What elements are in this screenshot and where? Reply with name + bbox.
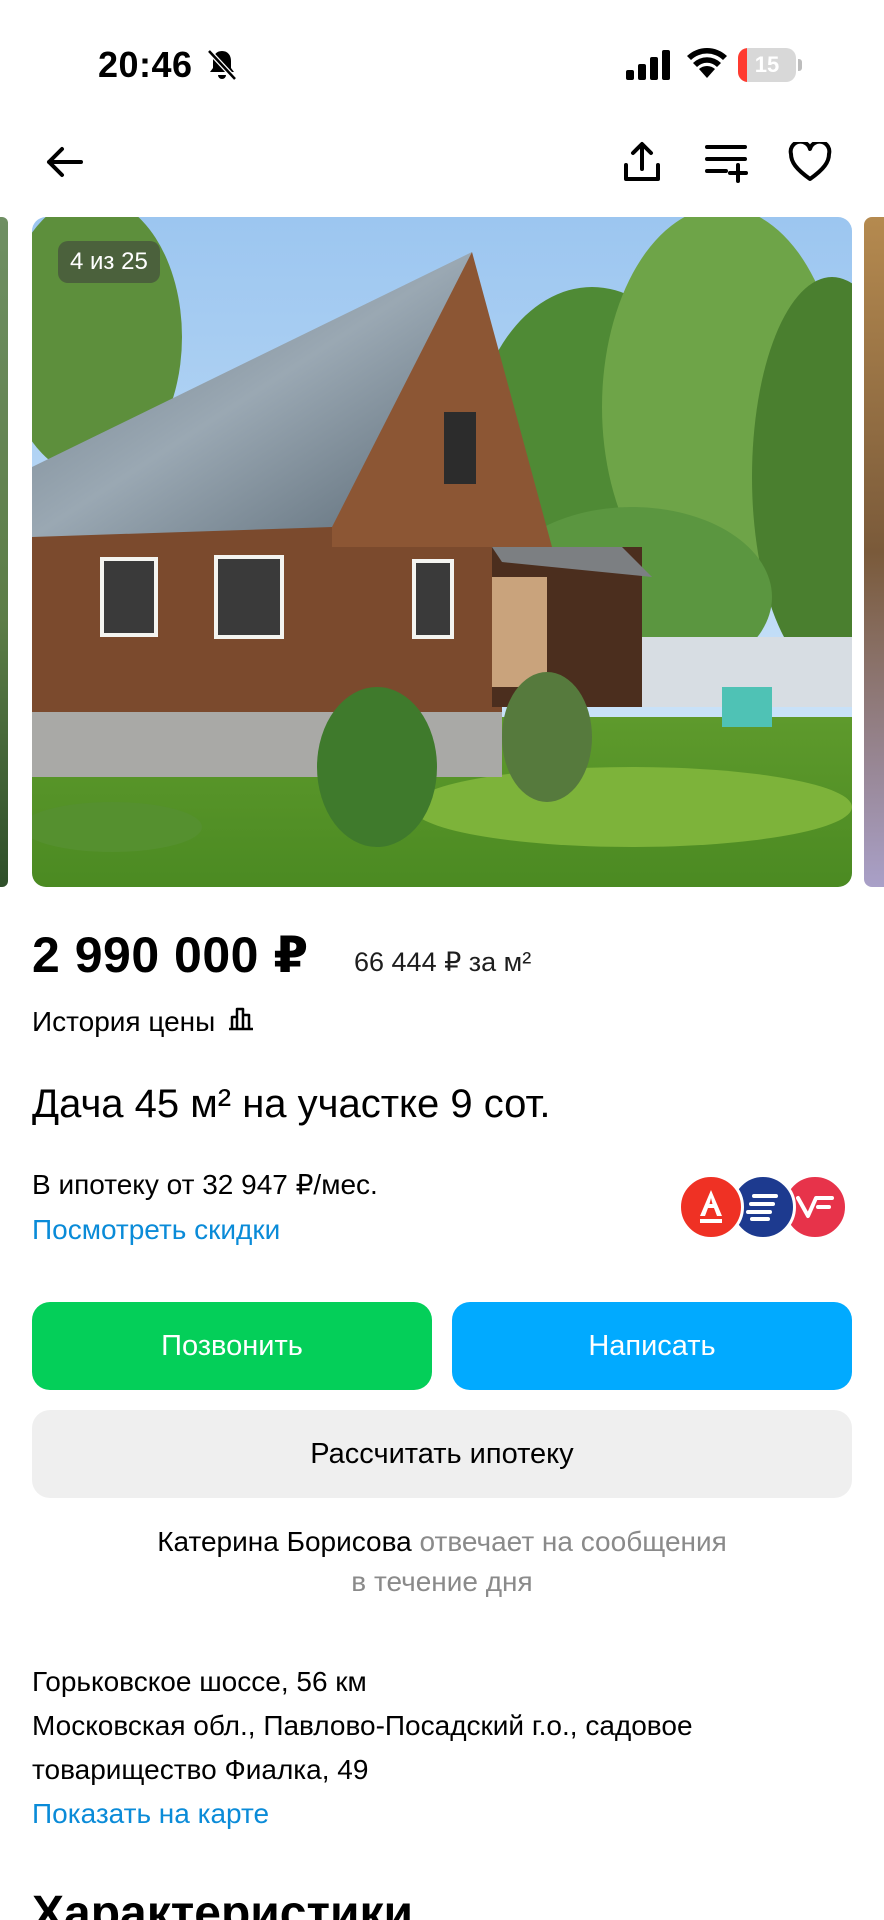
- listing-title: Дача 45 м² на участке 9 сот.: [32, 1082, 551, 1126]
- battery-icon: 15: [738, 48, 802, 82]
- top-nav: [0, 120, 884, 230]
- signal-icon: [626, 50, 672, 80]
- photo-counter: 4 из 25: [58, 241, 160, 283]
- show-on-map-link[interactable]: Показать на карте: [32, 1792, 862, 1836]
- seller-response-time: в течение дня: [351, 1566, 533, 1597]
- discounts-link[interactable]: Посмотреть скидки: [32, 1214, 280, 1246]
- share-icon[interactable]: [614, 134, 670, 190]
- price-per-m2: 66 444 ₽ за м²: [354, 947, 532, 977]
- back-arrow-icon[interactable]: [36, 134, 92, 190]
- compare-icon[interactable]: [698, 134, 754, 190]
- photo-gallery[interactable]: 4 из 25: [0, 217, 884, 887]
- calculate-mortgage-button[interactable]: Рассчитать ипотеку: [32, 1410, 852, 1498]
- address-block: Горьковское шоссе, 56 км Московская обл.…: [32, 1660, 862, 1836]
- partner-banks[interactable]: [678, 1174, 848, 1240]
- bell-muted-icon: [206, 48, 238, 82]
- previous-photo-peek[interactable]: [0, 217, 8, 887]
- status-time: 20:46: [98, 44, 193, 85]
- heart-icon[interactable]: [782, 134, 838, 190]
- price-history-chart-icon: [227, 1005, 255, 1038]
- address-line-1: Московская обл., Павлово-Посадский г.о.,…: [32, 1710, 693, 1741]
- listing-photo[interactable]: [32, 217, 852, 887]
- price-history-link[interactable]: История цены: [32, 1005, 255, 1038]
- characteristics-heading: Характеристики: [32, 1887, 414, 1920]
- write-button[interactable]: Написать: [452, 1302, 852, 1390]
- status-bar: 20:46 15: [0, 0, 884, 120]
- call-button[interactable]: Позвонить: [32, 1302, 432, 1390]
- seller-name[interactable]: Катерина Борисова: [157, 1526, 412, 1557]
- battery-level: 15: [754, 52, 780, 77]
- seller-response-text: отвечает на сообщения: [419, 1526, 727, 1557]
- price-history-label: История цены: [32, 1005, 216, 1037]
- address-line-2: товарищество Фиалка, 49: [32, 1754, 369, 1785]
- next-photo-peek[interactable]: [864, 217, 884, 887]
- alfa-bank-logo: [678, 1174, 744, 1240]
- listing-price: 2 990 000 ₽: [32, 927, 309, 983]
- seller-response-info: Катерина Борисова отвечает на сообщения …: [0, 1522, 884, 1602]
- address-highway: Горьковское шоссе, 56 км: [32, 1666, 367, 1697]
- seller-line-1: Катерина Борисова отвечает на сообщения: [0, 1522, 884, 1562]
- wifi-icon: [686, 46, 728, 80]
- mortgage-text: В ипотеку от 32 947 ₽/мес.: [32, 1169, 378, 1200]
